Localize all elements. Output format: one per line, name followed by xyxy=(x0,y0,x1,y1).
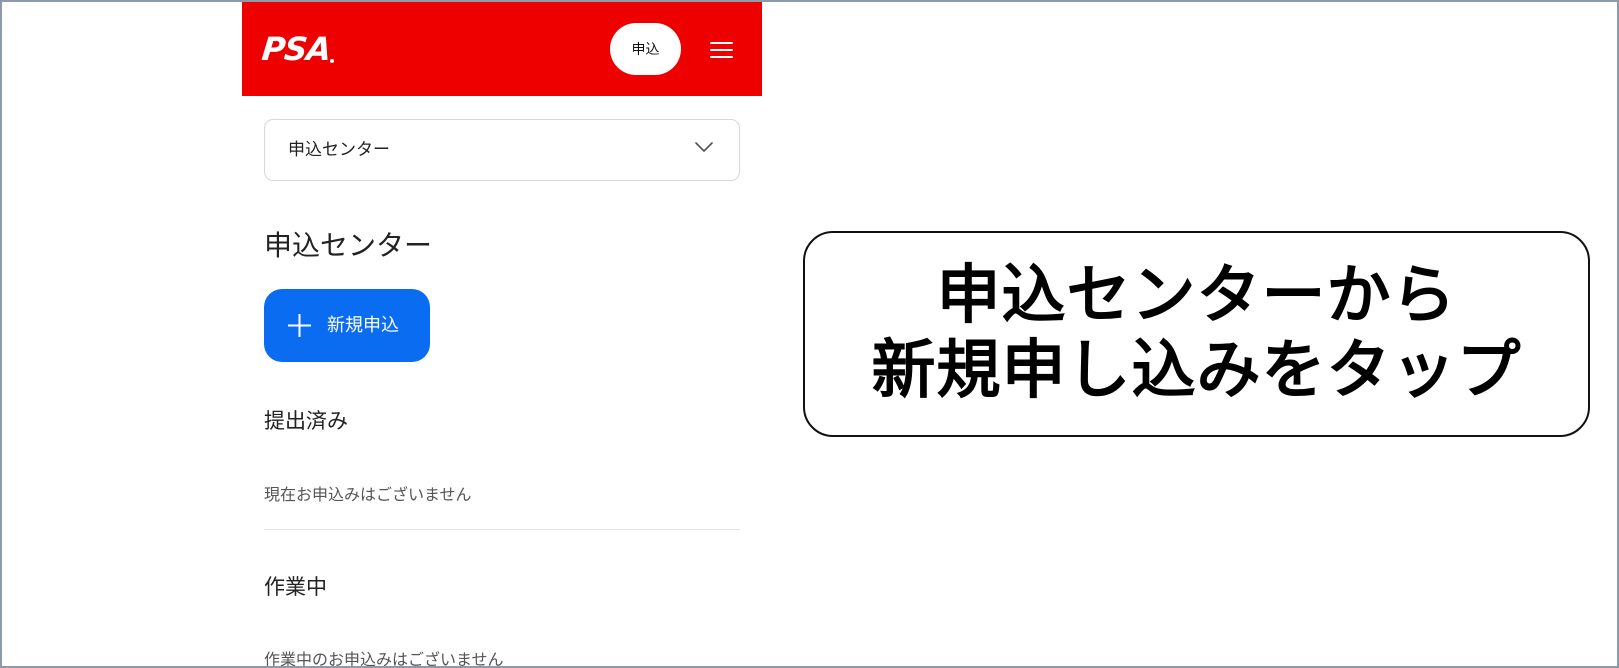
apply-button[interactable]: 申込 xyxy=(610,23,681,75)
page-title: 申込センター xyxy=(264,229,433,262)
apply-button-label: 申込 xyxy=(631,42,660,58)
new-application-button[interactable]: 新規申込 xyxy=(264,289,430,362)
section-select-dropdown[interactable]: 申込センター xyxy=(264,119,740,181)
plus-icon xyxy=(288,314,311,337)
psa-logo[interactable]: PSA xyxy=(260,30,332,68)
instruction-callout: 申込センターから 新規申し込みをタップ xyxy=(803,231,1590,437)
submitted-section-heading: 提出済み xyxy=(264,409,348,433)
hamburger-menu-icon[interactable] xyxy=(710,41,733,59)
section-divider xyxy=(264,529,740,530)
registered-mark xyxy=(330,59,334,63)
top-header-bar: PSA 申込 xyxy=(242,2,762,96)
mobile-screen: PSA 申込 申込センター 申込センター 新規申込 提出済み 現在お申込みはござ… xyxy=(242,2,762,666)
submitted-empty-message: 現在お申込みはございません xyxy=(264,485,472,504)
in-progress-section-heading: 作業中 xyxy=(264,575,327,599)
callout-line-1: 申込センターから xyxy=(936,259,1457,333)
in-progress-empty-message: 作業中のお申込みはございません xyxy=(264,650,504,666)
chevron-down-icon xyxy=(695,142,713,152)
new-application-label: 新規申込 xyxy=(327,315,399,336)
callout-line-2: 新規申し込みをタップ xyxy=(871,334,1522,408)
section-select-value: 申込センター xyxy=(288,140,390,160)
